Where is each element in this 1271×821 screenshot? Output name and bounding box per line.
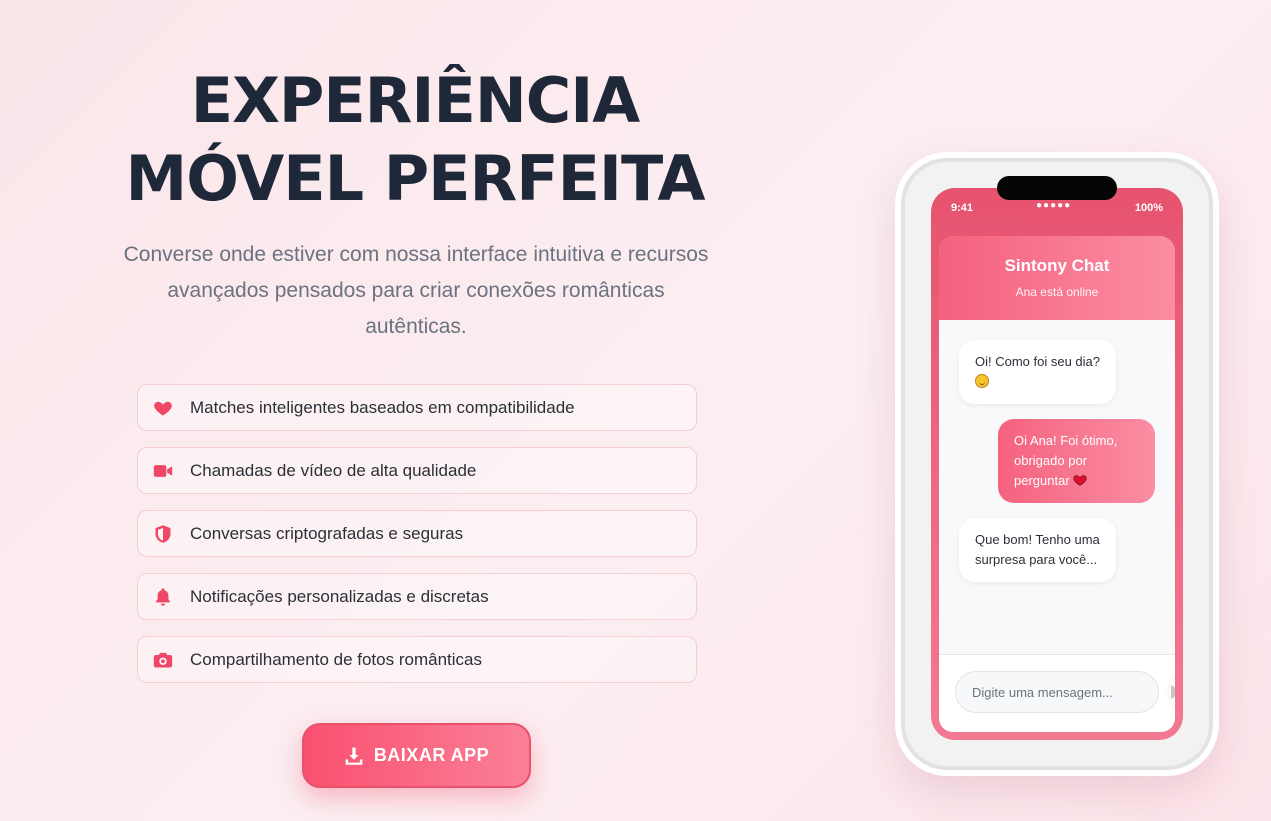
smile-emoji-icon [975,374,989,388]
chat-title: Sintony Chat [1004,256,1110,275]
feature-label: Notificações personalizadas e discretas [190,586,489,606]
download-icon [345,747,363,765]
feature-label: Compartilhamento de fotos românticas [190,649,482,669]
camera-icon [152,649,174,671]
feature-item-matches: Matches inteligentes baseados em compati… [137,384,697,431]
hero-subtitle: Converse onde estiver com nossa interfac… [123,243,709,338]
message-bubble-incoming: Oi! Como foi seu dia? [959,340,1116,404]
shield-icon [152,523,174,545]
hero-title-line2: MÓVEL PERFEITA [125,142,706,215]
chat-contact-status: Ana está online [1015,285,1099,299]
feature-item-photos: Compartilhamento de fotos românticas [137,636,697,683]
status-time: 9:41 [951,202,974,214]
download-app-label: BAIXAR APP [373,745,490,765]
signal-icon: ●●●●● [1036,200,1072,211]
phone-screen: 9:41 ●●●●● 100% Sintony Chat Ana está on… [931,188,1183,740]
phone-notch [997,176,1117,200]
heart-icon [152,397,174,419]
hero-title-line1: EXPERIÊNCIA [190,64,641,137]
bell-icon [152,586,174,608]
chat-app: Sintony Chat Ana está online Oi! Como fo… [939,236,1175,732]
message-bubble-incoming: Que bom! Tenho uma surpresa para você... [959,518,1116,582]
message-text: Oi Ana! Foi ótimo, obrigado por pergunta… [1014,433,1118,488]
download-app-button[interactable]: BAIXAR APP [302,723,531,788]
hero-title: EXPERIÊNCIA MÓVEL PERFEITA [115,62,715,218]
feature-list: Matches inteligentes baseados em compati… [137,384,697,699]
message-text: Que bom! Tenho uma surpresa para você... [975,532,1100,567]
feature-item-notifications: Notificações personalizadas e discretas [137,573,697,620]
send-icon [1171,685,1175,699]
status-battery: 100% [1134,202,1163,214]
feature-label: Matches inteligentes baseados em compati… [190,397,575,417]
feature-item-video: Chamadas de vídeo de alta qualidade [137,447,697,494]
message-bubble-outgoing: Oi Ana! Foi ótimo, obrigado por pergunta… [998,419,1155,503]
heart-emoji-icon [1073,475,1087,486]
feature-label: Conversas criptografadas e seguras [190,523,464,543]
phone-status-bar: 9:41 ●●●●● 100% [931,200,1183,218]
chat-header: Sintony Chat Ana está online [939,236,1175,320]
chat-input-area [939,654,1175,732]
video-camera-icon [152,460,174,482]
send-button[interactable] [1169,671,1175,713]
feature-label: Chamadas de vídeo de alta qualidade [190,460,477,480]
message-text: Oi! Como foi seu dia? [975,354,1101,369]
feature-item-security: Conversas criptografadas e seguras [137,510,697,557]
message-input[interactable] [955,671,1159,713]
